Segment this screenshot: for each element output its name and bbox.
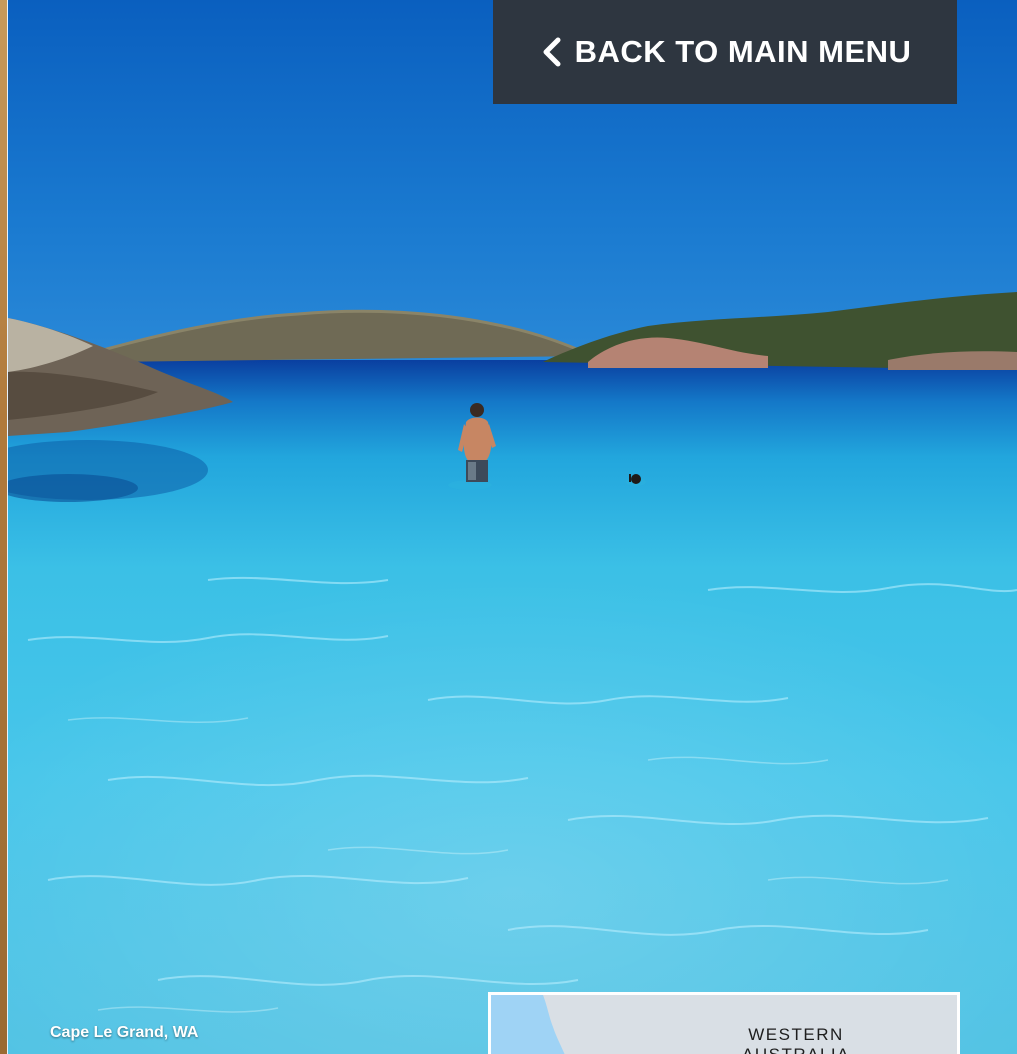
back-to-main-menu-label: BACK TO MAIN MENU xyxy=(574,34,912,69)
page: BACK TO MAIN MENU Cape Le Grand, WA WEST… xyxy=(0,0,1017,1054)
beach-photo xyxy=(8,0,1017,1054)
photo-caption: Cape Le Grand, WA xyxy=(50,1024,199,1041)
location-map-inset: WESTERN AUSTRALIA xyxy=(488,992,960,1054)
map-label-line2: AUSTRALIA xyxy=(731,1045,861,1054)
map-label-line1: WESTERN xyxy=(748,1025,844,1044)
left-page-edge xyxy=(0,0,8,1054)
back-to-main-menu-button[interactable]: BACK TO MAIN MENU xyxy=(493,0,957,104)
chevron-left-icon xyxy=(543,37,561,67)
map-region-label: WESTERN AUSTRALIA xyxy=(731,1025,861,1054)
